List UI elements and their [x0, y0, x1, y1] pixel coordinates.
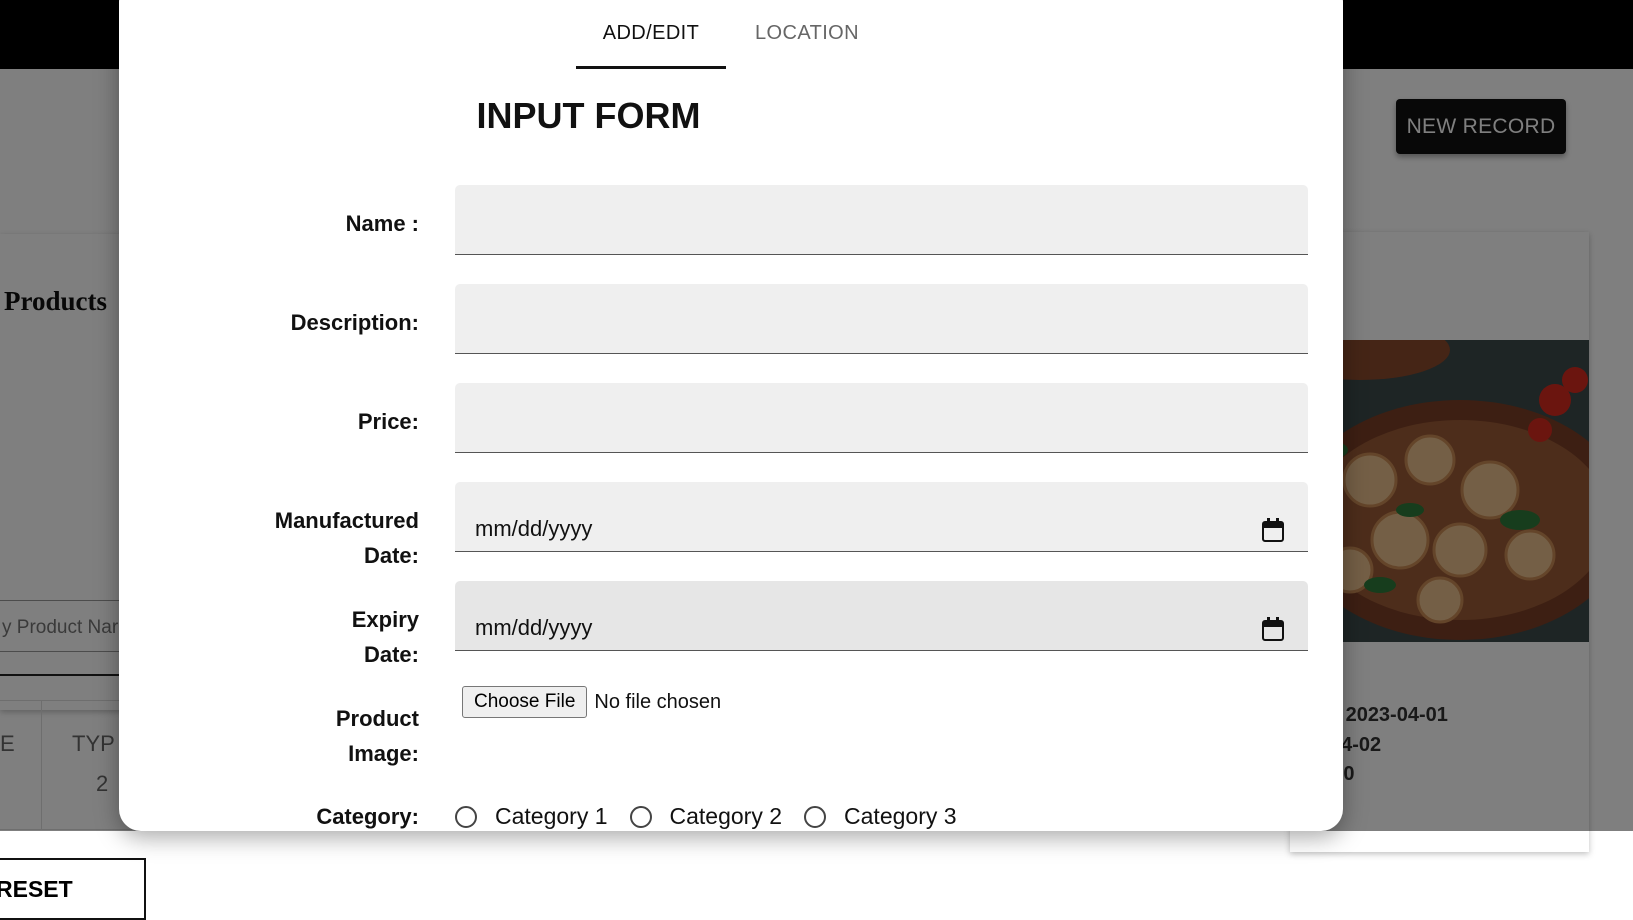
name-input[interactable] [455, 185, 1308, 254]
form-title: INPUT FORM [476, 95, 701, 136]
expiry-date-label: Expiry Date: [119, 602, 419, 672]
category-2-option[interactable]: Category 2 [629, 803, 783, 830]
price-label: Price: [357, 409, 419, 434]
choose-file-button[interactable]: Choose File [462, 686, 588, 718]
category-1-label: Category 1 [495, 803, 608, 829]
expiry-date-label-line2: Date: [363, 642, 419, 667]
category-3-label: Category 3 [844, 803, 957, 829]
description-label: Description: [290, 310, 419, 335]
description-field[interactable] [455, 284, 1308, 354]
radio-circle-icon[interactable] [804, 805, 827, 828]
category-radio-group: Category 1 Category 2 Category 3 [455, 803, 979, 830]
expiry-date-field[interactable]: mm/dd/yyyy [455, 581, 1308, 651]
tab-location[interactable]: LOCATION [740, 0, 874, 66]
calendar-icon[interactable] [1262, 518, 1284, 542]
tab-add-edit[interactable]: ADD/EDIT [576, 0, 726, 69]
name-field[interactable] [455, 185, 1308, 255]
category-label: Category: [316, 804, 419, 829]
expiry-date-placeholder: mm/dd/yyyy [475, 615, 593, 640]
expiry-date-label-line1: Expiry [351, 607, 419, 632]
price-field[interactable] [455, 383, 1308, 453]
manufactured-date-label: Manufactured Date: [119, 503, 419, 573]
description-input[interactable] [455, 284, 1308, 353]
category-2-label: Category 2 [669, 803, 783, 829]
category-1-option[interactable]: Category 1 [455, 803, 608, 830]
radio-circle-icon[interactable] [629, 805, 652, 828]
product-image-label-line1: Product [335, 706, 419, 731]
product-image-label: Product Image: [119, 701, 419, 771]
product-image-upload: Choose File No file chosen [462, 686, 721, 718]
modal-tabs: ADD/EDIT LOCATION [119, 0, 1343, 86]
price-input[interactable] [455, 383, 1308, 452]
category-3-option[interactable]: Category 3 [804, 803, 957, 830]
manufactured-date-label-line1: Manufactured [274, 508, 419, 533]
input-form-modal: ADD/EDIT LOCATION INPUT FORM Name : Desc… [119, 0, 1343, 831]
reset-button[interactable]: RESET [0, 858, 146, 920]
file-status-text: No file chosen [594, 690, 722, 713]
radio-circle-icon[interactable] [455, 805, 477, 828]
product-image-label-line2: Image: [348, 741, 419, 766]
manufactured-date-placeholder: mm/dd/yyyy [475, 516, 593, 541]
name-label: Name : [345, 211, 419, 236]
manufactured-date-field[interactable]: mm/dd/yyyy [455, 482, 1308, 552]
calendar-icon[interactable] [1262, 617, 1284, 641]
manufactured-date-label-line2: Date: [363, 543, 419, 568]
